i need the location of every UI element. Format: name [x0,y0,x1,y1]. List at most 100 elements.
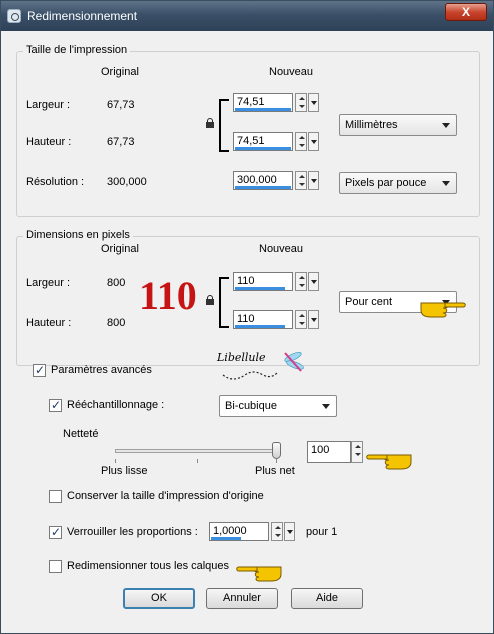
chevron-down-icon [442,123,450,128]
keep-print-size-label: Conserver la taille d'impression d'origi… [67,490,264,502]
resolution-label: Résolution : [26,176,85,188]
sharpness-slider-thumb[interactable] [272,442,281,459]
print-height-original: 67,73 [107,136,135,148]
pixel-width-arrows[interactable] [295,272,307,291]
pixel-height-input[interactable]: 110 [233,310,293,329]
ratio-spinner[interactable]: 1,0000 [209,522,299,541]
ratio-input[interactable]: 1,0000 [209,522,269,541]
advanced-label: Paramètres avancés [51,364,152,376]
slider-tick [115,459,116,463]
resample-method-value: Bi-cubique [225,400,277,412]
pixel-height-label: Hauteur : [26,317,72,329]
print-height-arrows[interactable] [295,132,307,151]
resolution-input[interactable]: 300,000 [233,171,293,190]
slider-tick [197,459,198,463]
print-height-dropdown[interactable] [308,132,319,151]
title-bar[interactable]: Redimensionnement X [1,1,493,31]
pixel-width-label: Largeur : [26,277,71,289]
annotation-110: 110 [139,273,197,318]
print-height-value: 74,51 [237,135,265,147]
pixel-width-original: 800 [107,277,126,289]
print-height-spinner[interactable]: 74,51 [233,132,321,151]
sharpness-input[interactable]: 100 [307,441,351,463]
pixel-col-original: Original [101,243,139,255]
pixel-width-input[interactable]: 110 [233,272,293,291]
pixel-col-new: Nouveau [259,243,304,255]
ratio-bar [211,537,241,540]
chevron-down-icon [322,404,330,409]
print-width-value: 74,51 [237,96,265,108]
resolution-bar [235,186,291,189]
print-height-bar [235,147,291,150]
keep-print-size-checkbox[interactable] [49,490,62,503]
resolution-original: 300,000 [107,176,147,188]
sharpness-spinner[interactable]: 100 [307,441,367,463]
print-width-original: 67,73 [107,99,135,111]
close-button[interactable]: X [445,3,487,21]
help-button[interactable]: Aide [291,588,363,609]
print-unit-value: Millimètres [345,119,398,131]
resolution-arrows[interactable] [295,171,307,190]
ratio-suffix: pour 1 [306,526,338,538]
pixel-height-arrows[interactable] [295,310,307,329]
cancel-button[interactable]: Annuler [206,588,278,609]
ratio-arrows[interactable] [271,522,283,541]
resize-layers-label: Redimensionner tous les calques [67,560,230,572]
print-unit-select[interactable]: Millimètres [339,114,457,136]
sharpness-slider-track[interactable] [115,449,277,453]
print-col-original: Original [101,66,139,78]
print-height-input[interactable]: 74,51 [233,132,293,151]
pixel-height-spinner[interactable]: 110 [233,310,321,329]
pixel-unit-value: Pour cent [345,296,393,308]
app-icon [7,9,21,23]
print-size-group-title: Taille de l'impression [23,44,131,56]
sharpness-value: 100 [311,444,330,456]
sharpness-arrows[interactable] [351,441,363,463]
sharpness-min-label: Plus lisse [101,465,148,477]
sharpness-max-label: Plus net [255,465,295,477]
lock-ratio-label: Verrouiller les proportions : [67,526,198,538]
print-width-spinner[interactable]: 74,51 [233,93,321,112]
print-width-bar [235,108,291,111]
pointing-hand-icon [236,566,282,582]
print-col-new: Nouveau [269,66,314,78]
ok-button[interactable]: OK [123,588,195,609]
resolution-spinner[interactable]: 300,000 [233,171,321,190]
resample-label: Rééchantillonnage : [67,399,165,411]
pixel-height-original: 800 [107,317,126,329]
resolution-value: 300,000 [237,174,277,186]
pointing-hand-icon [366,454,412,470]
print-width-input[interactable]: 74,51 [233,93,293,112]
ratio-value: 1,0000 [213,525,247,537]
ratio-dropdown[interactable] [284,522,295,541]
print-link-bracket [219,99,229,152]
resolution-unit-select[interactable]: Pixels par pouce [339,172,457,194]
sharpness-label: Netteté [63,428,99,440]
print-lock-icon [206,118,214,128]
resample-checkbox[interactable] [49,398,62,412]
pointing-hand-icon [420,302,466,318]
resample-method-select[interactable]: Bi-cubique [219,395,337,417]
pixel-width-spinner[interactable]: 110 [233,272,321,291]
pixel-height-bar [235,325,285,328]
pixel-lock-icon [206,295,214,305]
resolution-unit-value: Pixels par pouce [345,177,427,189]
chevron-down-icon [442,181,450,186]
window-title: Redimensionnement [27,9,138,23]
pixel-width-dropdown[interactable] [308,272,319,291]
print-height-label: Hauteur : [26,136,72,148]
pixel-height-dropdown[interactable] [308,310,319,329]
print-width-arrows[interactable] [295,93,307,112]
advanced-checkbox[interactable] [33,363,46,377]
resize-layers-checkbox[interactable] [49,560,62,573]
dragonfly-logo-icon [222,352,304,380]
dialog-window: Redimensionnement X Taille de l'impressi… [0,0,494,634]
pixel-link-bracket [219,277,229,328]
pixel-width-value: 110 [237,275,255,287]
print-width-dropdown[interactable] [308,93,319,112]
resolution-dropdown[interactable] [308,171,319,190]
lock-ratio-checkbox[interactable] [49,525,62,539]
slider-tick [276,459,277,463]
print-width-label: Largeur : [26,99,71,111]
pixel-height-value: 110 [237,313,255,325]
